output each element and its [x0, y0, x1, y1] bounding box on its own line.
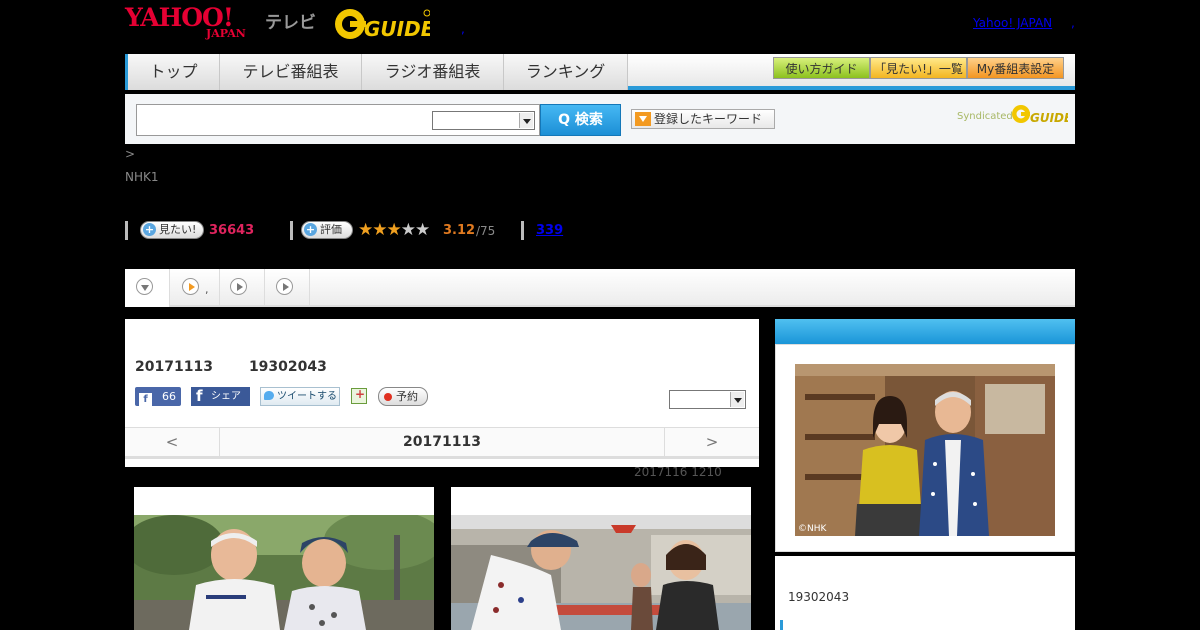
- svg-text:GUIDE: GUIDE: [1030, 111, 1068, 125]
- star-empty-icon: ★★: [400, 220, 431, 240]
- program-tabs: [125, 269, 1075, 307]
- tv-logo-text[interactable]: テレビ: [265, 8, 316, 33]
- facebook-like-button[interactable]: f 66: [135, 387, 181, 406]
- tab-4[interactable]: [265, 269, 310, 307]
- syndicated-text: Syndicated: [957, 111, 1013, 122]
- japan-logo-text: JAPAN: [206, 27, 246, 40]
- facebook-icon: f: [196, 387, 203, 405]
- current-date: 20171113: [403, 434, 481, 450]
- tab-3[interactable]: [220, 269, 265, 307]
- chevron-down-icon: [519, 113, 533, 128]
- want-list-button[interactable]: 「見たい!」一覧: [870, 57, 967, 79]
- play-icon: [230, 278, 247, 295]
- right-panel-header: [775, 319, 1075, 344]
- facebook-share-label: シェア: [211, 391, 241, 402]
- reserve-button[interactable]: 予約: [378, 387, 428, 406]
- chevron-down-icon: [136, 278, 153, 295]
- want-to-watch-label: 見たい!: [159, 223, 197, 236]
- date-navigation: < 20171113 >: [125, 427, 759, 459]
- search-category-select[interactable]: [432, 111, 535, 130]
- tab-active[interactable]: [125, 269, 170, 307]
- star-filled-icon: ★★★: [358, 220, 402, 240]
- saved-keywords-button[interactable]: 登録したキーワード: [631, 109, 775, 129]
- play-icon: [276, 278, 293, 295]
- reserve-label: 予約: [396, 390, 418, 403]
- program-codes: 20171113 19302043: [135, 359, 327, 375]
- facebook-share-button[interactable]: f シェア: [191, 387, 250, 406]
- update-timestamp: 2017116 1210: [634, 465, 722, 479]
- tweet-label: ツイートする: [277, 391, 337, 402]
- gguide-logo[interactable]: GUIDE: [334, 7, 430, 41]
- right-panel-program-code: 19302043: [788, 590, 850, 604]
- tweet-button[interactable]: ツイートする: [260, 387, 340, 406]
- photo-card[interactable]: [134, 487, 434, 630]
- next-day-button[interactable]: >: [664, 428, 759, 456]
- prev-day-button[interactable]: <: [125, 428, 220, 456]
- chevron-down-icon: [730, 392, 744, 407]
- header-separator: ,: [461, 22, 465, 36]
- play-icon: [182, 278, 199, 295]
- usage-guide-button[interactable]: 使い方ガイド: [773, 57, 870, 79]
- yahoo-japan-link[interactable]: Yahoo! JAPAN: [973, 16, 1052, 30]
- breadcrumb[interactable]: >: [125, 147, 135, 161]
- header-separator: ,: [1071, 16, 1075, 30]
- rating-stars: ★★★★★: [358, 220, 431, 240]
- syndicated-gguide-logo: GUIDE: [1012, 105, 1068, 125]
- program-option-select[interactable]: [669, 390, 746, 409]
- arrow-down-icon: [635, 112, 651, 126]
- saved-keywords-label: 登録したキーワード: [654, 112, 763, 126]
- channel-name: NHK1: [125, 170, 159, 184]
- tab-2[interactable]: [170, 269, 220, 307]
- plus-icon: +: [304, 223, 317, 236]
- rate-label: 評価: [320, 223, 342, 236]
- svg-text:GUIDE: GUIDE: [364, 17, 430, 41]
- facebook-like-count: 66: [162, 390, 176, 403]
- record-dot-icon: [384, 393, 392, 401]
- rate-button[interactable]: + 評価: [301, 221, 353, 239]
- comments-count-link[interactable]: 339: [536, 223, 563, 238]
- rating-count: /75: [476, 224, 496, 238]
- nav-tab-top[interactable]: トップ: [125, 54, 220, 90]
- section-accent-bar: [780, 620, 783, 630]
- program-photo: [134, 515, 434, 630]
- divider: [521, 221, 524, 240]
- twitter-bird-icon: [264, 391, 274, 400]
- tab-separator: ,: [205, 283, 209, 296]
- program-photo: [451, 515, 751, 630]
- program-date-code: 20171113: [135, 359, 213, 375]
- divider: [125, 221, 128, 240]
- divider: [290, 221, 293, 240]
- nav-tab-radio-schedule[interactable]: ラジオ番組表: [362, 54, 504, 90]
- rating-value: 3.12: [443, 223, 476, 238]
- search-button[interactable]: Q 検索: [540, 104, 621, 136]
- nav-tab-tv-schedule[interactable]: テレビ番組表: [220, 54, 362, 90]
- photo-card[interactable]: [451, 487, 751, 630]
- my-schedule-settings-button[interactable]: My番組表設定: [967, 57, 1064, 79]
- facebook-icon: f: [139, 393, 152, 406]
- program-main-photo[interactable]: [795, 354, 1055, 548]
- want-to-watch-button[interactable]: + 見たい!: [140, 221, 204, 239]
- want-count: 36643: [209, 223, 255, 238]
- copyright-mark: ©NHK: [798, 524, 827, 534]
- plus-icon: +: [143, 223, 156, 236]
- add-calendar-icon[interactable]: [351, 387, 367, 404]
- nav-tab-ranking[interactable]: ランキング: [504, 54, 628, 90]
- program-id-code: 19302043: [248, 359, 327, 375]
